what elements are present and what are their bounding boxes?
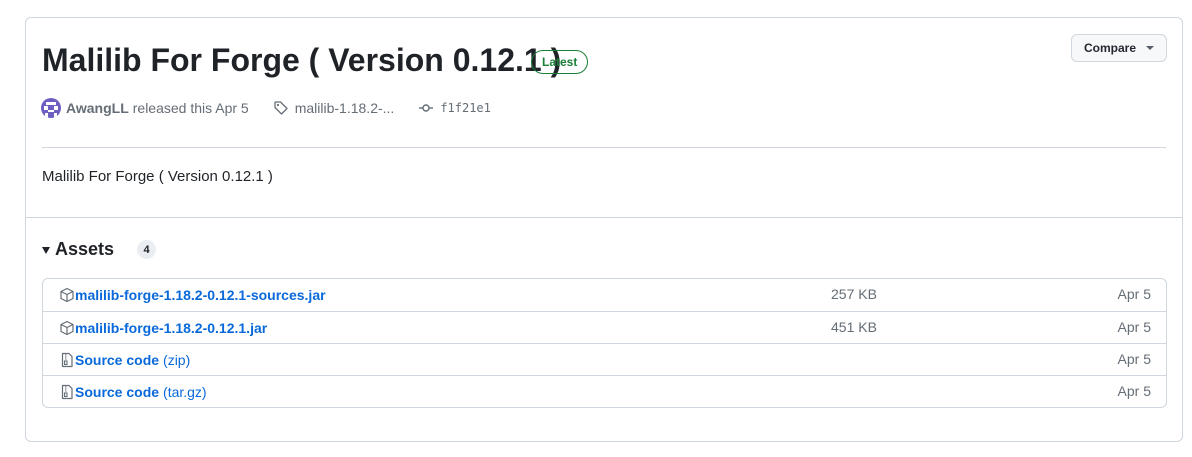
release-card: Malilib For Forge ( Version 0.12.1 ) Lat…: [25, 17, 1183, 442]
tag-link[interactable]: malilib-1.18.2-...: [273, 100, 395, 116]
latest-badge: Latest: [531, 50, 589, 74]
assets-list: malilib-forge-1.18.2-0.12.1-sources.jar …: [42, 278, 1167, 408]
file-zip-icon: [59, 352, 75, 368]
asset-link[interactable]: Source code (zip): [59, 344, 190, 375]
asset-suffix: (zip): [163, 351, 191, 368]
git-commit-icon: [419, 104, 434, 112]
avatar[interactable]: [41, 98, 61, 118]
asset-name: malilib-forge-1.18.2-0.12.1.jar: [75, 319, 268, 336]
asset-row: malilib-forge-1.18.2-0.12.1-sources.jar …: [43, 279, 1166, 311]
asset-date: Apr 5: [1117, 319, 1151, 335]
asset-link[interactable]: malilib-forge-1.18.2-0.12.1.jar: [59, 312, 267, 343]
asset-date: Apr 5: [1117, 383, 1151, 399]
package-icon: [59, 320, 75, 336]
asset-name: malilib-forge-1.18.2-0.12.1-sources.jar: [75, 286, 326, 303]
asset-date: Apr 5: [1117, 351, 1151, 367]
asset-size: 451 KB: [831, 319, 877, 335]
asset-size: 257 KB: [831, 286, 877, 302]
assets-toggle[interactable]: Assets 4: [42, 239, 157, 260]
asset-link[interactable]: malilib-forge-1.18.2-0.12.1-sources.jar: [59, 279, 326, 310]
chevron-down-icon: [1146, 46, 1154, 50]
assets-label: Assets: [55, 239, 115, 259]
commit-sha: f1f21e1: [440, 101, 491, 115]
tag-icon: [274, 101, 288, 115]
compare-label: Compare: [1083, 41, 1136, 55]
release-meta: AwangLL released this Apr 5 malilib-1.18…: [41, 98, 491, 118]
compare-button[interactable]: Compare: [1070, 34, 1167, 62]
commit-link[interactable]: f1f21e1: [418, 100, 491, 116]
asset-row: Source code (tar.gz) Apr 5: [43, 375, 1166, 407]
tag-label: malilib-1.18.2-...: [294, 100, 395, 116]
released-text: released this Apr 5: [132, 100, 249, 116]
asset-name: Source code: [75, 351, 160, 368]
asset-name: Source code: [75, 383, 160, 400]
file-zip-icon: [59, 384, 75, 400]
triangle-down-icon: [42, 247, 50, 254]
package-icon: [59, 287, 75, 303]
assets-count: 4: [137, 240, 157, 259]
asset-row: malilib-forge-1.18.2-0.12.1.jar 451 KB A…: [43, 311, 1166, 343]
release-title[interactable]: Malilib For Forge ( Version 0.12.1 ): [42, 42, 561, 79]
asset-link[interactable]: Source code (tar.gz): [59, 376, 207, 407]
release-body: Malilib For Forge ( Version 0.12.1 ): [42, 168, 273, 185]
asset-date: Apr 5: [1117, 286, 1151, 302]
divider: [26, 217, 1182, 218]
author-link[interactable]: AwangLL: [66, 100, 129, 116]
asset-row: Source code (zip) Apr 5: [43, 343, 1166, 375]
asset-suffix: (tar.gz): [163, 383, 207, 400]
divider: [42, 147, 1166, 148]
